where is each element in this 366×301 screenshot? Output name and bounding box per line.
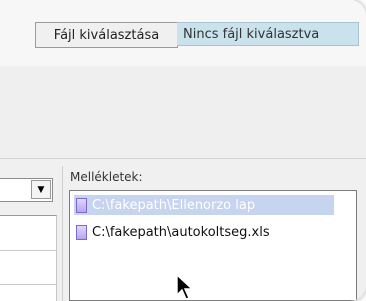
attachment-path: C:\fakepath\autokoltseg.xls xyxy=(92,224,270,240)
choose-file-button[interactable]: Fájl kiválasztása xyxy=(35,22,178,48)
attachment-item[interactable]: C:\fakepath\Ellenorzo lap xyxy=(74,195,334,215)
file-status-text: Nincs fájl kiválasztva xyxy=(177,22,359,46)
dropdown-arrow-icon[interactable]: ▼ xyxy=(31,180,51,199)
toolbar-area: Fájl kiválasztása Nincs fájl kiválasztva xyxy=(0,0,366,67)
middle-section xyxy=(0,66,366,159)
mouse-pointer-icon xyxy=(176,274,194,300)
attachments-label: Mellékletek: xyxy=(70,170,143,184)
dialog-frame: Fájl kiválasztása Nincs fájl kiválasztva… xyxy=(0,0,366,301)
left-list-panel[interactable] xyxy=(0,215,57,301)
attachments-list[interactable]: C:\fakepath\Ellenorzo lap C:\fakepath\au… xyxy=(69,190,357,301)
left-list-row-divider xyxy=(0,284,56,285)
vertical-divider xyxy=(62,166,63,301)
left-list-row-divider xyxy=(0,250,56,251)
attachment-item[interactable]: C:\fakepath\autokoltseg.xls xyxy=(74,222,334,242)
file-icon xyxy=(76,224,87,240)
attachment-path: C:\fakepath\Ellenorzo lap xyxy=(92,197,256,213)
file-icon xyxy=(76,197,87,213)
